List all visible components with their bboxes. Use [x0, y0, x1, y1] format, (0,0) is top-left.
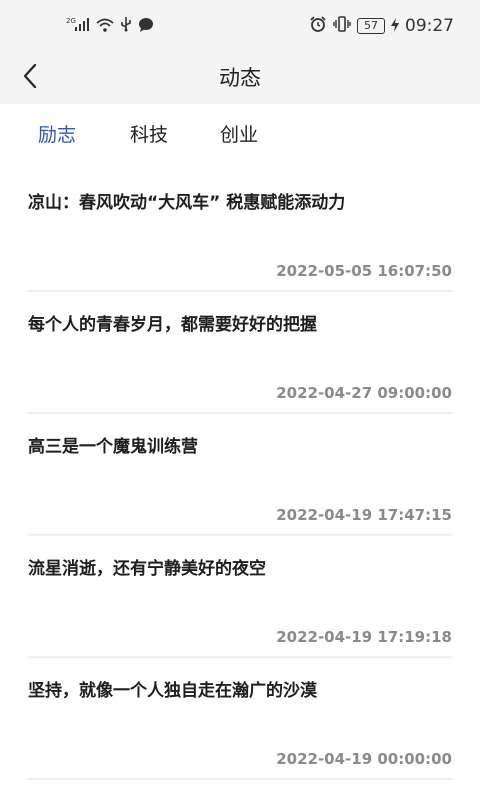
tab-entrepreneurship[interactable]: 创业: [220, 120, 258, 147]
article-time: 2022-04-19 17:47:15: [276, 506, 452, 524]
category-tabs: 励志 科技 创业: [0, 110, 480, 158]
page-title: 动态: [219, 66, 261, 90]
list-item[interactable]: 流星消逝，还有宁静美好的夜空 2022-04-19 17:19:18: [28, 536, 452, 658]
list-item[interactable]: 高三是一个魔鬼训练营 2022-04-19 17:47:15: [28, 414, 452, 536]
article-title: 高三是一个魔鬼训练营: [28, 437, 198, 457]
wifi-icon: [96, 17, 114, 36]
article-time: 2022-04-27 09:00:00: [276, 384, 452, 402]
divider: [28, 778, 452, 780]
article-title: 坚持，就像一个人独自走在瀚广的沙漠: [28, 681, 317, 701]
tab-inspiration[interactable]: 励志: [38, 120, 76, 147]
status-bar: 2G 57 09:27: [0, 0, 480, 52]
article-title: 每个人的青春岁月，都需要好好的把握: [28, 315, 317, 335]
list-item[interactable]: 每个人的青春岁月，都需要好好的把握 2022-04-27 09:00:00: [28, 292, 452, 414]
usb-icon: [120, 16, 132, 36]
alarm-icon: [309, 16, 327, 36]
signal-icon: 2G: [66, 16, 90, 36]
article-title: 流星消逝，还有宁静美好的夜空: [28, 559, 266, 579]
battery-icon: 57: [357, 18, 385, 34]
status-right: 57 09:27: [309, 16, 454, 36]
status-time: 09:27: [405, 16, 454, 36]
charging-icon: [391, 17, 399, 36]
title-bar: 动态: [0, 52, 480, 104]
status-left: 2G: [66, 16, 154, 36]
article-list: 凉山：春风吹动“大风车” 税惠赋能添动力 2022-05-05 16:07:50…: [0, 170, 480, 780]
message-icon: [138, 17, 154, 36]
list-item[interactable]: 凉山：春风吹动“大风车” 税惠赋能添动力 2022-05-05 16:07:50: [28, 170, 452, 292]
article-time: 2022-04-19 17:19:18: [276, 628, 452, 646]
article-time: 2022-04-19 00:00:00: [276, 750, 452, 768]
svg-text:2G: 2G: [66, 17, 76, 25]
article-time: 2022-05-05 16:07:50: [276, 262, 452, 280]
article-title: 凉山：春风吹动“大风车” 税惠赋能添动力: [28, 193, 346, 213]
vibrate-icon: [333, 16, 351, 36]
list-item[interactable]: 坚持，就像一个人独自走在瀚广的沙漠 2022-04-19 00:00:00: [28, 658, 452, 780]
tab-technology[interactable]: 科技: [130, 120, 168, 147]
